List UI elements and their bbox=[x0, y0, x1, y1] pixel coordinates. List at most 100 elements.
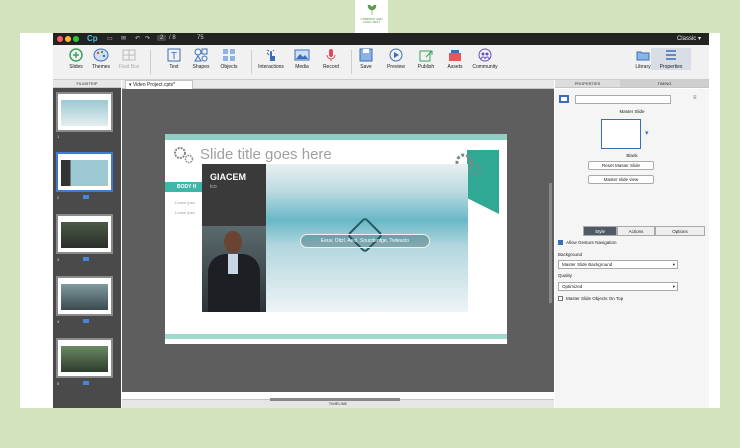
document-tab-label: Video Project.cptx* bbox=[132, 82, 176, 88]
slide-thumbnail-1[interactable] bbox=[56, 92, 113, 132]
text-label: Text bbox=[169, 64, 179, 70]
text-icon: T bbox=[167, 48, 181, 62]
media-image-icon bbox=[294, 49, 310, 61]
tab-timing[interactable]: TIMING bbox=[620, 80, 709, 88]
video-badge-icon bbox=[83, 319, 89, 323]
maximize-window-button[interactable] bbox=[73, 36, 79, 42]
presenter-subtitle: tco bbox=[210, 184, 217, 190]
quality-value: Optimized bbox=[562, 284, 583, 289]
community-label: Community bbox=[472, 64, 498, 70]
redo-icon[interactable]: ↷ bbox=[145, 35, 150, 42]
mail-icon[interactable]: ✉ bbox=[121, 35, 126, 42]
filmstrip-header: FILMSTRIP bbox=[53, 80, 121, 88]
page-number-input[interactable]: 2 bbox=[157, 35, 167, 41]
main-toolbar: Slides Themes Fluid Box T Text Shapes Ob… bbox=[53, 45, 709, 80]
properties-button[interactable]: Properties bbox=[651, 48, 691, 70]
monitor-icon[interactable]: ▭ bbox=[107, 35, 113, 42]
slide-thumbnail-3[interactable] bbox=[56, 214, 113, 254]
slide-number: 4 bbox=[57, 319, 60, 324]
master-on-top-checkbox[interactable] bbox=[558, 296, 563, 301]
video-badge-icon bbox=[83, 257, 89, 261]
tab-properties[interactable]: PROPERTIES bbox=[555, 80, 620, 88]
video-placeholder[interactable]: GIACEM tco Eeuv, Oitzl, Aeol, Soucdenfge… bbox=[202, 164, 468, 312]
quality-label: Quality bbox=[558, 273, 573, 278]
body-text[interactable]: Lorem ipsu bbox=[175, 200, 195, 205]
panel-menu-icon[interactable]: ≡ bbox=[693, 95, 697, 101]
body-text[interactable]: Lorem ipsu bbox=[175, 210, 195, 215]
slide-number: 1 bbox=[57, 134, 60, 139]
save-label: Save bbox=[360, 64, 372, 70]
properties-label: Properties bbox=[659, 64, 683, 70]
background-value: Master Slide Background bbox=[562, 262, 613, 267]
slide-thumbnail-5[interactable] bbox=[56, 338, 113, 378]
background-select[interactable]: Master Slide Background ▾ bbox=[558, 260, 678, 269]
slide-top-bar bbox=[165, 134, 507, 140]
gesture-checkbox[interactable] bbox=[558, 240, 563, 245]
stage-vertical-scrollbar[interactable] bbox=[549, 183, 552, 303]
slide-number: 5 bbox=[57, 381, 60, 386]
properties-panel: ≡ Master Slide ▾ Blank Reset Master Slid… bbox=[555, 89, 709, 408]
tab-style[interactable]: Style bbox=[583, 226, 617, 236]
media-label: Media bbox=[295, 64, 309, 70]
community-button[interactable]: Community bbox=[465, 48, 505, 70]
gesture-label: Allow Gesture Navigation bbox=[566, 240, 617, 245]
reset-master-slide-button[interactable]: Reset Master Slide bbox=[588, 161, 654, 170]
record-label: Record bbox=[322, 64, 340, 70]
toolbar-divider bbox=[150, 50, 151, 74]
master-thumb-label: Blank bbox=[626, 153, 638, 158]
logo-text: COMPANY AND LOGO TEXT bbox=[360, 17, 383, 24]
hand-pointer-icon bbox=[266, 49, 275, 61]
master-dropdown-icon[interactable]: ▾ bbox=[645, 129, 649, 137]
properties-icon bbox=[666, 50, 676, 60]
document-tab-bar: ▾ Video Project.cptx* bbox=[122, 80, 554, 89]
record-button[interactable]: Record bbox=[311, 48, 351, 70]
background-label: Background bbox=[558, 252, 583, 257]
slide-number: 2 bbox=[57, 195, 60, 200]
slide-number: 3 bbox=[57, 257, 60, 262]
stage-horizontal-scrollbar[interactable] bbox=[270, 398, 400, 401]
preview-label: Preview bbox=[387, 64, 405, 70]
shapes-icon bbox=[194, 48, 208, 62]
presenter-panel: GIACEM tco bbox=[202, 164, 266, 312]
presenter-name: GIACEM bbox=[210, 172, 246, 182]
master-slide-thumbnail[interactable] bbox=[601, 119, 641, 149]
master-on-top-label: Master Slide Objects On Top bbox=[566, 296, 624, 301]
tab-actions[interactable]: Actions bbox=[617, 226, 655, 236]
slide-canvas[interactable]: Slide title goes here BODY H Lorem ipsu … bbox=[165, 134, 507, 344]
slide-bottom-bar bbox=[165, 334, 507, 339]
play-icon bbox=[389, 48, 403, 62]
workspace-select[interactable]: Classic ▾ bbox=[677, 35, 701, 42]
slide-title[interactable]: Slide title goes here bbox=[200, 146, 332, 163]
master-slide-view-button[interactable]: Master slide view bbox=[588, 175, 654, 184]
minimize-window-button[interactable] bbox=[65, 36, 71, 42]
chevron-down-icon: ▾ bbox=[672, 284, 675, 289]
community-icon bbox=[478, 48, 492, 62]
app-logo: Cp bbox=[87, 34, 98, 43]
objects-button[interactable]: Objects bbox=[209, 48, 249, 70]
fluid-box-button[interactable]: Fluid Box bbox=[109, 48, 149, 70]
fluid-box-label: Fluid Box bbox=[118, 64, 140, 70]
quality-select[interactable]: Optimized ▾ bbox=[558, 282, 678, 291]
library-label: Library bbox=[635, 64, 651, 70]
zoom-select[interactable]: 75 bbox=[197, 35, 204, 41]
slide-type-icon bbox=[559, 95, 569, 103]
slide-thumbnail-4[interactable] bbox=[56, 276, 113, 316]
objects-icon bbox=[223, 49, 235, 61]
publish-label: Publish bbox=[417, 64, 435, 70]
chevron-down-icon: ▾ bbox=[672, 262, 675, 267]
master-slide-label: Master Slide bbox=[619, 109, 645, 114]
captivate-window: Cp ▭ ✉ ↶ ↷ 2 / 8 75 Classic ▾ Slides The… bbox=[20, 33, 720, 408]
slide-thumbnail-2[interactable] bbox=[56, 152, 113, 192]
assets-label: Assets bbox=[447, 64, 463, 70]
objects-label: Objects bbox=[220, 64, 238, 70]
gear-icon bbox=[174, 147, 194, 164]
document-tab[interactable]: ▾ Video Project.cptx* bbox=[125, 80, 193, 89]
title-bar: Cp ▭ ✉ ↶ ↷ 2 / 8 75 Classic ▾ bbox=[53, 33, 709, 45]
video-badge-icon bbox=[83, 195, 89, 199]
slide-name-input[interactable] bbox=[575, 95, 671, 104]
interactions-label: Interactions bbox=[258, 64, 284, 70]
close-window-button[interactable] bbox=[57, 36, 63, 42]
undo-icon[interactable]: ↶ bbox=[135, 35, 140, 42]
tab-options[interactable]: Options bbox=[655, 226, 705, 236]
presenter-photo bbox=[202, 226, 266, 312]
